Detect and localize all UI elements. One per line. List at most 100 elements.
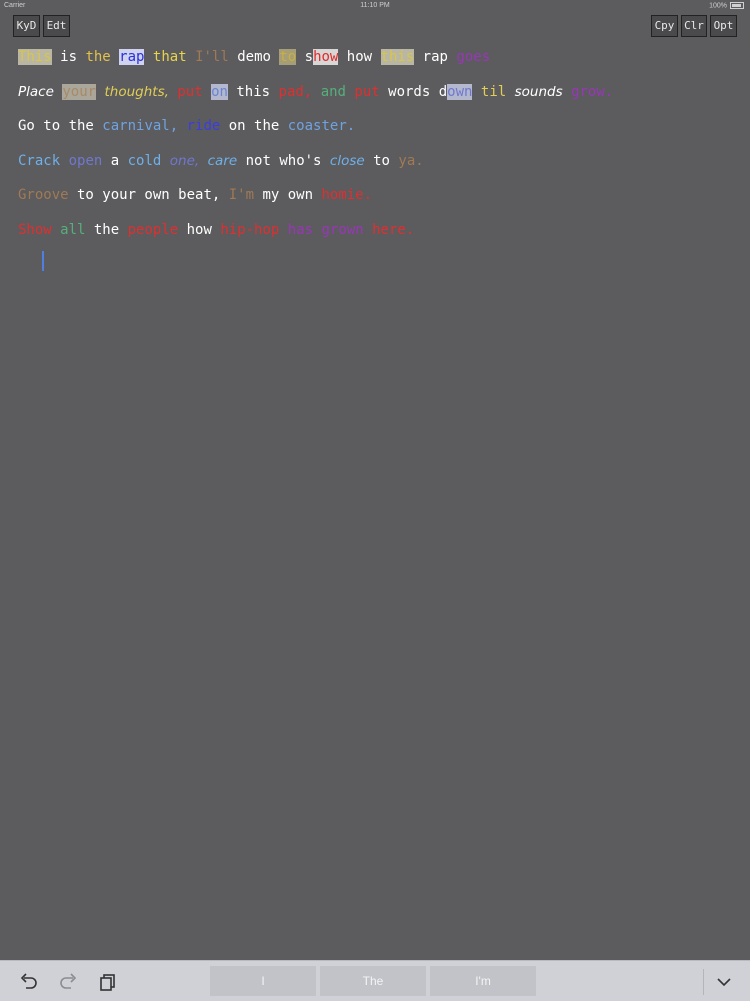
lyric-word: on the	[220, 118, 288, 134]
keyboard-dismiss-button[interactable]: KyD	[13, 15, 40, 37]
lyric-word	[313, 222, 321, 238]
lyric-word: Show	[18, 221, 52, 238]
lyric-word: how	[178, 221, 221, 238]
lyric-line[interactable]: Place your thoughts, put on this pad, an…	[18, 75, 732, 110]
lyric-word: carnival,	[102, 118, 179, 134]
lyric-word	[472, 84, 480, 100]
lyric-line[interactable]: Go to the carnival, ride on the coaster.	[18, 109, 732, 144]
suggestion-1[interactable]: I	[210, 966, 316, 996]
redo-icon[interactable]	[57, 971, 79, 993]
lyric-word: Go to the	[18, 118, 103, 134]
battery-icon	[730, 2, 744, 9]
lyric-word: this	[380, 49, 415, 65]
lyric-word: to your own beat,	[68, 187, 229, 203]
lyric-word	[60, 153, 68, 169]
lyric-word: rap	[119, 49, 145, 65]
undo-icon[interactable]	[18, 971, 40, 993]
lyric-word: the	[85, 49, 111, 65]
lyric-word: cold	[127, 152, 162, 169]
lyric-word: care	[207, 152, 238, 169]
lyric-word	[178, 118, 186, 134]
lyric-word: the	[85, 221, 128, 238]
lyric-word: Place	[18, 83, 54, 100]
lyric-word: homie.	[321, 187, 373, 203]
lyric-word: words d	[379, 83, 448, 100]
lyric-word: I'm	[228, 187, 255, 203]
lyric-word: has	[287, 221, 314, 238]
clear-button[interactable]: Clr	[681, 15, 707, 37]
lyric-word	[312, 84, 320, 100]
lyric-word: to	[364, 152, 399, 169]
options-button[interactable]: Opt	[710, 15, 737, 37]
lyric-word: grow.	[571, 83, 614, 100]
text-cursor	[42, 251, 44, 271]
lyric-word: coaster.	[287, 118, 356, 134]
lyric-word: open	[68, 152, 103, 169]
status-bar: Carrier 11:10 PM 100%	[0, 0, 750, 12]
lyric-word: sounds	[514, 83, 563, 100]
copy-button[interactable]: Cpy	[651, 15, 678, 37]
lyric-word: this	[227, 83, 279, 100]
lyric-word: on	[211, 83, 228, 100]
lyric-word	[52, 222, 60, 238]
battery-indicator: 100%	[709, 2, 744, 9]
lyric-word	[203, 84, 211, 100]
lyric-word: my own	[254, 187, 322, 203]
lyric-word: is	[51, 49, 86, 65]
lyric-word: one,	[169, 152, 200, 169]
lyric-word: goes	[456, 49, 491, 65]
lyric-word	[96, 84, 104, 100]
lyric-word: thoughts,	[104, 83, 169, 100]
lyric-word: here.	[372, 221, 415, 238]
clock-label: 11:10 PM	[360, 2, 390, 9]
lyric-word: rap	[414, 49, 457, 65]
lyric-word: s	[296, 49, 314, 65]
lyric-word: hip-hop	[220, 221, 280, 238]
lyrics-text-area[interactable]: This is the rap that I'll demo to show h…	[18, 40, 732, 247]
lyric-word: put	[177, 83, 203, 100]
lyric-word: Groove	[18, 187, 69, 203]
lyric-word: I'll	[195, 49, 229, 65]
battery-percent: 100%	[709, 2, 727, 10]
lyric-word: a	[102, 152, 128, 169]
keyboard-shortcut-bar: I The I'm	[0, 960, 750, 1001]
lyric-word: demo	[228, 49, 280, 65]
lyric-word: that	[152, 49, 187, 65]
lyric-word	[506, 84, 514, 100]
lyric-word	[563, 84, 571, 100]
lyric-word	[144, 49, 152, 65]
paste-icon[interactable]	[97, 971, 119, 993]
lyric-word: til	[480, 83, 507, 100]
suggestion-2[interactable]: The	[320, 966, 426, 996]
lyric-word	[161, 153, 169, 169]
lyric-word: people	[127, 221, 179, 238]
divider	[703, 969, 704, 995]
lyric-word: pad,	[278, 83, 313, 100]
lyric-line[interactable]: Groove to your own beat, I'm my own homi…	[18, 178, 732, 213]
lyric-word: put	[354, 83, 380, 100]
edit-button[interactable]: Edt	[43, 15, 70, 37]
suggestion-3[interactable]: I'm	[430, 966, 536, 996]
lyric-word: grown	[321, 221, 364, 238]
hide-keyboard-icon[interactable]	[713, 971, 735, 993]
lyric-word: Crack	[18, 152, 61, 169]
lyric-word: all	[60, 221, 86, 238]
lyric-word: how	[313, 49, 339, 65]
lyric-word	[187, 49, 195, 65]
lyric-word: how	[338, 49, 381, 65]
lyric-line[interactable]: Crack open a cold one, care not who's cl…	[18, 144, 732, 179]
lyric-word: close	[329, 152, 365, 169]
lyric-word: and	[320, 83, 346, 100]
lyric-word: ride	[186, 118, 221, 134]
lyric-line[interactable]: Show all the people how hip-hop has grow…	[18, 213, 732, 248]
lyric-word: to	[279, 49, 297, 65]
lyric-word: ya.	[398, 152, 424, 169]
lyric-word: not who's	[237, 152, 330, 169]
lyric-word	[199, 153, 207, 169]
lyric-word: your	[62, 83, 97, 100]
lyric-word	[364, 222, 372, 238]
lyric-line[interactable]: This is the rap that I'll demo to show h…	[18, 40, 732, 75]
lyric-word: This	[18, 49, 52, 65]
lyric-word	[279, 222, 287, 238]
lyric-word: own	[447, 83, 473, 100]
